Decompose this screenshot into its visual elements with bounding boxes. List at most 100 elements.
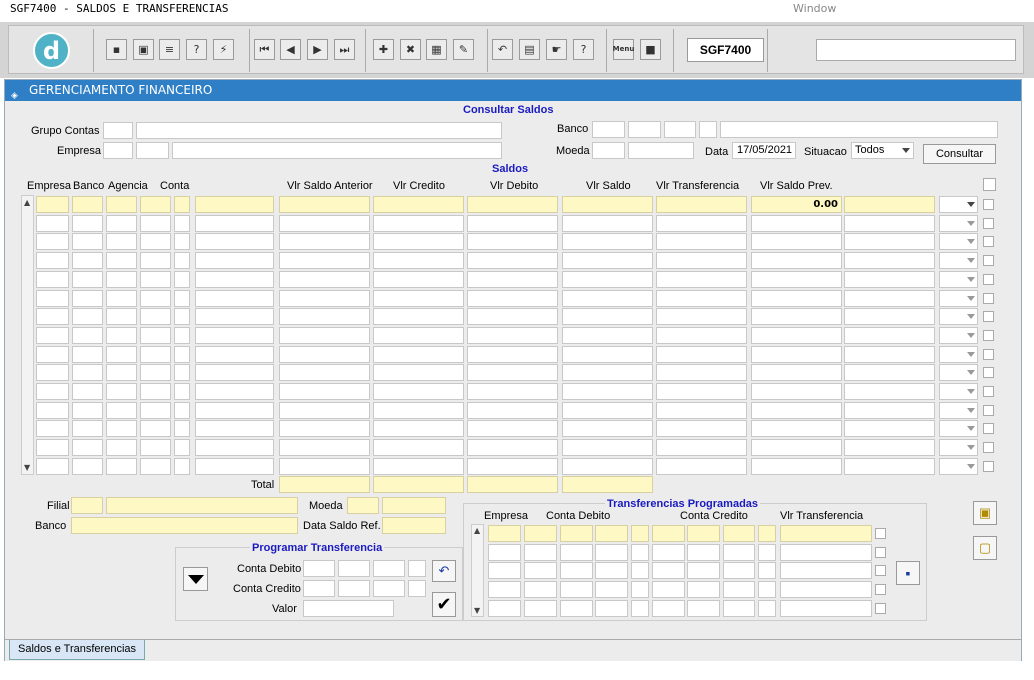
table-cell[interactable]	[106, 326, 137, 344]
table-cell[interactable]	[758, 599, 776, 617]
table-cell[interactable]	[595, 543, 628, 561]
consultar-button[interactable]: Consultar	[923, 144, 996, 164]
table-cell[interactable]	[140, 326, 171, 344]
table-cell[interactable]	[652, 562, 685, 580]
conta-debito-f3[interactable]	[373, 560, 405, 577]
table-cell[interactable]	[36, 364, 69, 382]
table-cell[interactable]	[524, 525, 557, 542]
table-cell[interactable]	[195, 420, 274, 438]
table-cell[interactable]	[373, 457, 464, 475]
table-cell[interactable]	[373, 214, 464, 232]
delete-record-button[interactable]: ✖	[400, 39, 421, 60]
table-cell[interactable]	[687, 581, 720, 599]
conta-debito-f4[interactable]	[408, 560, 426, 577]
table-cell[interactable]	[106, 457, 137, 475]
table-cell[interactable]	[656, 345, 747, 363]
scroll-down-icon[interactable]: ▼	[474, 606, 480, 615]
row-checkbox[interactable]	[983, 217, 994, 229]
table-cell[interactable]	[758, 581, 776, 599]
row-select[interactable]	[939, 364, 978, 382]
moeda-desc-field[interactable]	[628, 142, 694, 159]
table-cell[interactable]	[174, 308, 190, 326]
undo-button[interactable]: ↶	[492, 39, 513, 60]
print-button[interactable]: ≡	[159, 39, 180, 60]
table-cell[interactable]	[652, 543, 685, 561]
table-cell[interactable]	[174, 233, 190, 251]
table-cell[interactable]: 0.00	[751, 196, 842, 213]
conta-credito-f3[interactable]	[373, 580, 405, 597]
table-cell[interactable]	[524, 599, 557, 617]
table-cell[interactable]	[174, 345, 190, 363]
table-cell[interactable]	[656, 233, 747, 251]
table-cell[interactable]	[751, 383, 842, 400]
tab-saldos-transferencias[interactable]: Saldos e Transferencias	[9, 640, 146, 660]
table-cell[interactable]	[560, 581, 593, 599]
table-cell[interactable]	[279, 364, 370, 382]
table-cell[interactable]	[373, 233, 464, 251]
table-cell[interactable]	[36, 252, 69, 270]
table-cell[interactable]	[560, 562, 593, 580]
table-cell[interactable]	[844, 252, 935, 270]
table-cell[interactable]	[467, 364, 558, 382]
table-cell[interactable]	[656, 196, 747, 213]
table-cell[interactable]	[279, 345, 370, 363]
table-cell[interactable]	[140, 233, 171, 251]
situacao-select[interactable]: Todos	[851, 142, 914, 159]
table-cell[interactable]	[373, 364, 464, 382]
table-cell[interactable]	[844, 420, 935, 438]
table-cell[interactable]	[195, 364, 274, 382]
table-cell[interactable]	[373, 270, 464, 288]
table-cell[interactable]	[279, 289, 370, 307]
table-cell[interactable]	[560, 543, 593, 561]
prev-record-button[interactable]: ◀	[280, 39, 301, 60]
table-cell[interactable]	[758, 543, 776, 561]
data-field[interactable]: 17/05/2021	[732, 142, 796, 159]
row-checkbox[interactable]	[983, 236, 994, 248]
table-cell[interactable]	[36, 420, 69, 438]
tools-button[interactable]: ☛	[546, 39, 567, 60]
row-checkbox[interactable]	[983, 460, 994, 472]
table-cell[interactable]	[36, 401, 69, 419]
table-cell[interactable]	[467, 326, 558, 344]
table-cell[interactable]	[467, 439, 558, 457]
table-cell[interactable]	[72, 270, 103, 288]
empresa-sub-field[interactable]	[136, 142, 169, 159]
table-cell[interactable]	[106, 289, 137, 307]
table-cell[interactable]	[844, 401, 935, 419]
table-cell[interactable]	[373, 401, 464, 419]
table-cell[interactable]	[36, 196, 69, 213]
row-select[interactable]	[939, 457, 978, 475]
table-cell[interactable]	[174, 326, 190, 344]
table-cell[interactable]	[72, 214, 103, 232]
banco-code-field[interactable]	[592, 121, 625, 138]
table-cell[interactable]	[467, 401, 558, 419]
table-cell[interactable]	[279, 401, 370, 419]
table-cell[interactable]	[72, 233, 103, 251]
toolbar-input[interactable]	[816, 39, 1016, 61]
table-cell[interactable]	[36, 289, 69, 307]
table-cell[interactable]	[72, 326, 103, 344]
insert-record-button[interactable]: ✚	[373, 39, 394, 60]
table-cell[interactable]	[751, 345, 842, 363]
table-cell[interactable]	[174, 383, 190, 400]
table-cell[interactable]	[758, 525, 776, 542]
row-checkbox[interactable]	[983, 423, 994, 435]
table-cell[interactable]	[36, 326, 69, 344]
table-cell[interactable]	[140, 345, 171, 363]
clipboard-button[interactable]: ▤	[519, 39, 540, 60]
table-cell[interactable]	[780, 543, 872, 561]
table-cell[interactable]	[174, 252, 190, 270]
row-select[interactable]	[939, 383, 978, 400]
table-cell[interactable]	[751, 326, 842, 344]
table-cell[interactable]	[467, 196, 558, 213]
row-select[interactable]	[939, 401, 978, 419]
table-cell[interactable]	[631, 581, 649, 599]
table-cell[interactable]	[595, 581, 628, 599]
table-cell[interactable]	[106, 364, 137, 382]
row-select[interactable]	[939, 252, 978, 270]
table-cell[interactable]	[279, 326, 370, 344]
table-cell[interactable]	[844, 326, 935, 344]
first-record-button[interactable]: ⏮	[254, 39, 275, 60]
row-select[interactable]	[939, 196, 978, 213]
undo-transfer-button[interactable]: ↶	[432, 560, 456, 582]
